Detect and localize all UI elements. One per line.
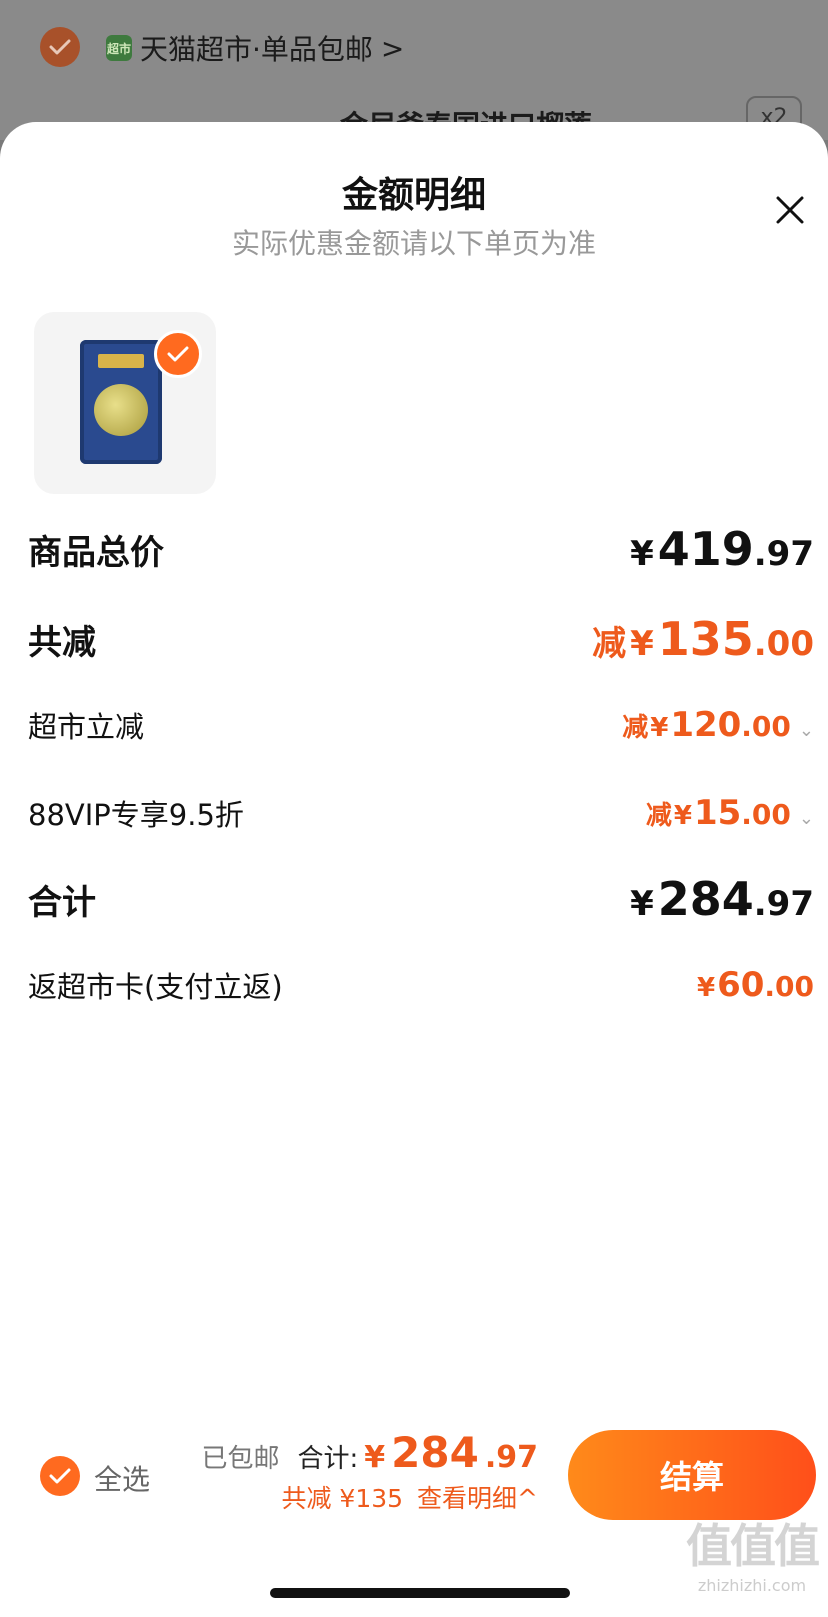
total-label: 合计: bbox=[297, 1444, 359, 1474]
cashback-label: 返超市卡(支付立返) bbox=[28, 970, 283, 1004]
checkout-button[interactable]: 结算 bbox=[568, 1430, 816, 1520]
market-discount-row[interactable]: 超市立减 减 ¥120.00 ⌄ bbox=[28, 704, 814, 746]
market-discount-value: 减 ¥120.00 ⌄ bbox=[622, 705, 814, 745]
market-discount-label: 超市立减 bbox=[28, 710, 145, 744]
watermark-url: zhizhizhi.com bbox=[697, 1576, 807, 1595]
store-check-icon bbox=[40, 27, 80, 67]
discount-note: 共减 ¥135 bbox=[281, 1484, 404, 1513]
vip-discount-value: 减 ¥15.00 ⌄ bbox=[645, 793, 814, 833]
total-yen: ¥ bbox=[364, 1440, 386, 1475]
tmall-market-icon: 超市 bbox=[106, 35, 132, 61]
total-int: 284 bbox=[391, 1428, 479, 1477]
vip-discount-row[interactable]: 88VIP专享9.5折 减 ¥15.00 ⌄ bbox=[28, 792, 814, 834]
background-cart: 超市 天猫超市·单品包邮 > 金尼斧泰国进口榴莲 x2 bbox=[0, 0, 828, 142]
product-check-icon[interactable] bbox=[154, 330, 202, 378]
home-indicator[interactable] bbox=[270, 1588, 570, 1598]
goods-total-value: ¥419.97 bbox=[630, 522, 814, 576]
select-all-label[interactable]: 全选 bbox=[94, 1458, 150, 1498]
watermark: 值值值 zhizhizhi.com bbox=[686, 1510, 820, 1595]
total-discount-value: 减 ¥135.00 bbox=[592, 612, 814, 666]
view-detail-link[interactable]: 查看明细^ bbox=[417, 1479, 538, 1515]
subtotal-row: 合计 ¥284.97 bbox=[28, 872, 814, 926]
goods-total-row: 商品总价 ¥419.97 bbox=[28, 522, 814, 576]
cashback-value: ¥60.00 bbox=[696, 965, 814, 1005]
store-name: 超市 天猫超市·单品包邮 > bbox=[106, 28, 404, 68]
durian-bag-image bbox=[80, 340, 162, 464]
total-discount-label: 共减 bbox=[28, 622, 96, 663]
goods-total-label: 商品总价 bbox=[28, 532, 164, 573]
total-dec: .97 bbox=[484, 1440, 538, 1475]
store-name-label: 天猫超市·单品包邮 bbox=[140, 33, 373, 66]
chevron-down-icon: ⌄ bbox=[798, 720, 814, 741]
checkout-bar: 全选 已包邮 合计: ¥284.97 共减 ¥135 查看明细^ 结算 值值值 … bbox=[0, 1406, 828, 1617]
free-shipping-text: 已包邮 bbox=[201, 1444, 280, 1474]
check-icon bbox=[49, 1468, 71, 1484]
cashback-row: 返超市卡(支付立返) ¥60.00 bbox=[28, 964, 814, 1006]
chevron-down-icon: ⌄ bbox=[798, 808, 814, 829]
subtotal-value: ¥284.97 bbox=[630, 872, 814, 926]
close-icon bbox=[776, 196, 804, 224]
order-summary: 已包邮 合计: ¥284.97 共减 ¥135 查看明细^ bbox=[202, 1428, 538, 1515]
vip-discount-label: 88VIP专享9.5折 bbox=[28, 798, 244, 832]
amount-detail-sheet: 金额明细 实际优惠金额请以下单页为准 商品总价 ¥419.97 共减 减 ¥135… bbox=[0, 122, 828, 1617]
sheet-subtitle: 实际优惠金额请以下单页为准 bbox=[231, 227, 596, 260]
sheet-title: 金额明细 bbox=[341, 175, 486, 216]
total-discount-row: 共减 减 ¥135.00 bbox=[28, 612, 814, 666]
chevron-right-icon: > bbox=[380, 31, 405, 65]
select-all-checkbox[interactable] bbox=[40, 1456, 80, 1496]
watermark-glyphs: 值值值 bbox=[686, 1519, 820, 1573]
subtotal-label: 合计 bbox=[28, 882, 96, 923]
close-button[interactable] bbox=[772, 192, 808, 228]
